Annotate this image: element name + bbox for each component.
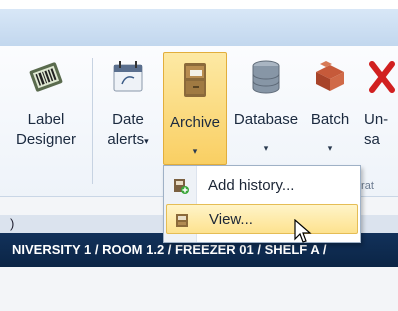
view-archive-icon: [176, 214, 188, 227]
ribbon-tab-band: [0, 9, 398, 46]
archive-dropdown-menu: Add history... View...: [163, 165, 361, 243]
filing-cabinet-icon: [184, 63, 206, 97]
barcode-label-icon: [29, 62, 63, 92]
add-history-icon: [174, 179, 189, 194]
date-alerts-button[interactable]: Date alerts▾: [100, 50, 156, 170]
calendar-icon: [113, 61, 143, 92]
unsave-label: Un-sa: [364, 111, 389, 148]
label-designer-button[interactable]: Label Designer: [14, 50, 78, 170]
secondary-bar-text: ): [10, 216, 15, 231]
batch-label: Batch: [310, 111, 350, 128]
database-label: Database: [233, 111, 299, 128]
menu-item-add-history-label: Add history...: [208, 177, 295, 194]
batch-dropdown-arrow[interactable]: ▾: [305, 138, 355, 158]
mouse-cursor-icon: [294, 219, 312, 243]
menu-item-add-history[interactable]: Add history...: [166, 171, 358, 201]
boxes-icon: [316, 61, 344, 91]
window-top-strip: [0, 0, 398, 9]
date-alerts-label: Date alerts▾: [107, 111, 149, 148]
archive-button[interactable]: Archive ▾: [163, 52, 227, 165]
unsave-icon: [369, 61, 395, 93]
ribbon-separator: [92, 58, 93, 184]
menu-item-view-label: View...: [209, 211, 253, 228]
batch-button[interactable]: Batch ▾: [305, 50, 355, 170]
archive-label: Archive: [169, 114, 221, 131]
unsave-button[interactable]: Un-sa: [360, 50, 398, 170]
database-button[interactable]: Database ▾: [230, 50, 302, 170]
database-dropdown-arrow[interactable]: ▾: [230, 138, 302, 158]
label-designer-label: Label Designer: [15, 111, 77, 148]
archive-dropdown-arrow[interactable]: ▾: [164, 141, 226, 161]
database-icon: [252, 60, 280, 94]
menu-item-view[interactable]: View...: [166, 204, 358, 234]
location-path[interactable]: NIVERSITY 1 / ROOM 1.2 / FREEZER 01 / SH…: [12, 242, 326, 257]
